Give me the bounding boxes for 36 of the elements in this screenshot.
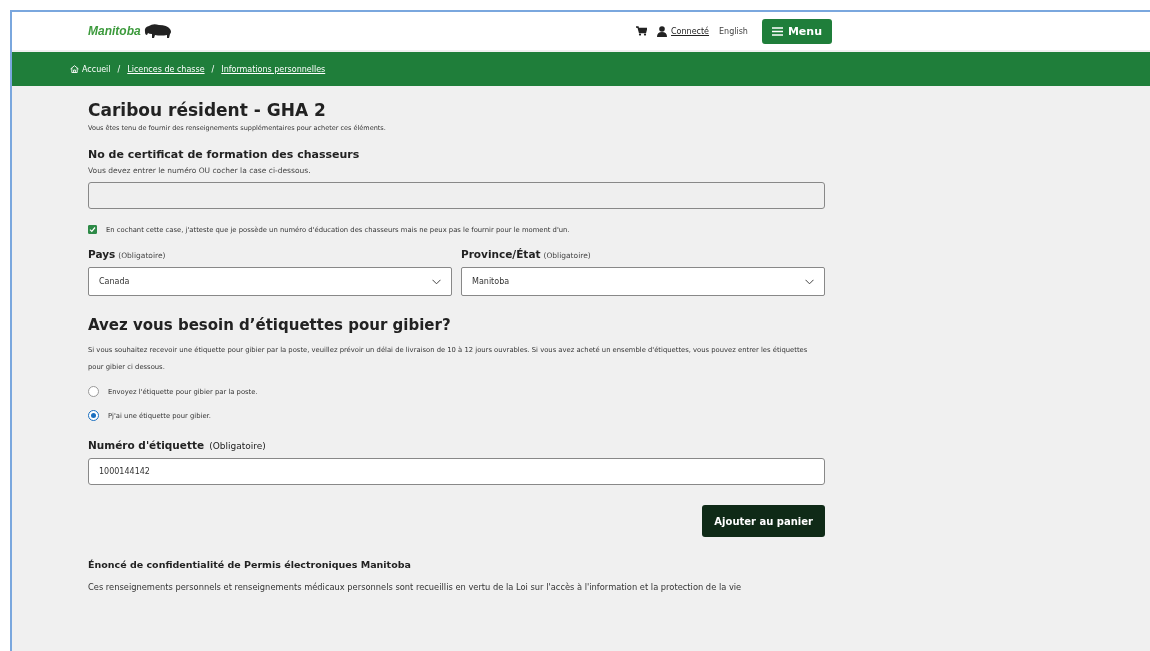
field-label: No de certificat de formation des chasseurs xyxy=(88,148,361,161)
home-icon xyxy=(70,65,79,73)
select-field[interactable]: Manitoba xyxy=(461,267,825,296)
radio-button[interactable] xyxy=(88,386,99,397)
radio-button[interactable] xyxy=(88,410,99,421)
breadcrumb-link[interactable]: Licences de chasse xyxy=(127,64,205,74)
chevron-down-icon xyxy=(805,278,814,285)
section-heading: Avez vous besoin d’étiquettes pour gibier? xyxy=(88,316,452,334)
select-field[interactable]: Canada xyxy=(88,267,452,296)
tag-number-input[interactable]: 1000144142 xyxy=(88,458,825,485)
field-label: Province/État xyxy=(461,248,541,260)
add-to-cart-button[interactable]: Ajouter au panier xyxy=(702,505,825,537)
privacy-heading: Énoncé de confidentialité de Permis électroniques Manitoba xyxy=(88,559,412,570)
certificate-input[interactable] xyxy=(88,182,825,209)
privacy-text: Ces renseignements personnels et renseignements médicaux personnels sont recueillis en vertu de la Loi sur l'accès à l'information et la protection de la vie xyxy=(88,582,743,592)
check-icon xyxy=(89,226,96,233)
breadcrumb-separator: / xyxy=(211,64,215,74)
cart-icon[interactable] xyxy=(636,26,648,36)
chevron-down-icon xyxy=(432,278,441,285)
required-note: (Obligatoire) xyxy=(209,441,266,451)
user-icon xyxy=(657,25,668,37)
field-label: Numéro d'étiquette xyxy=(88,439,205,451)
page-title: Caribou résident - GHA 2 xyxy=(88,100,327,120)
language-link[interactable]: English xyxy=(719,26,748,36)
breadcrumb-link[interactable]: Informations personnelles xyxy=(221,64,326,74)
checkbox[interactable] xyxy=(88,225,97,234)
select-value: Canada xyxy=(99,277,130,286)
account-link[interactable]: Connecté xyxy=(671,26,710,36)
menu-icon xyxy=(771,26,783,36)
menu-button[interactable]: Menu xyxy=(761,18,832,44)
bison-icon xyxy=(142,23,173,39)
breadcrumb-link[interactable]: Accueil xyxy=(70,64,111,74)
breadcrumb-separator: / xyxy=(117,64,121,74)
logo-text[interactable]: Manitoba xyxy=(88,24,141,38)
select-value: Manitoba xyxy=(472,277,510,286)
field-label: Pays xyxy=(88,248,116,260)
